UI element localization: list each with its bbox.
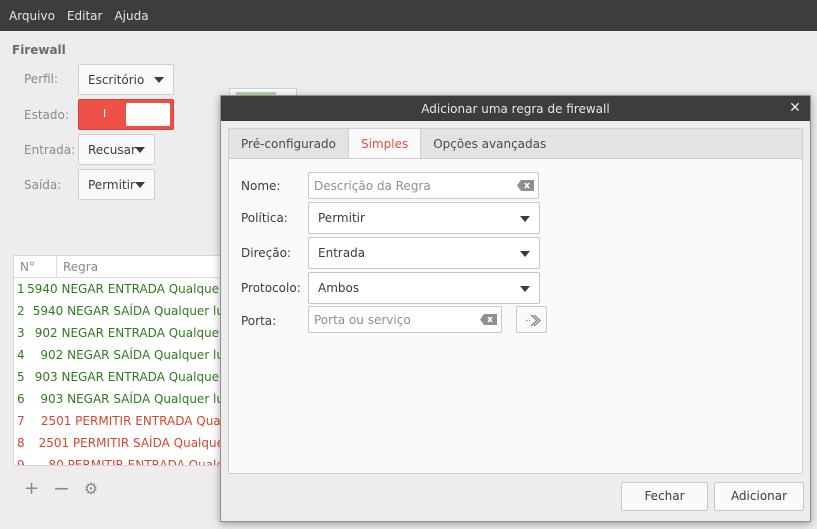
outgoing-select[interactable]: Permitir xyxy=(78,169,155,200)
rule-text: 903 NEGAR SAÍDA Qualquer lu xyxy=(40,392,224,406)
status-label: Estado: xyxy=(24,108,69,122)
arrow-right-icon xyxy=(526,314,542,327)
outgoing-value: Permitir xyxy=(88,177,135,192)
incoming-value: Recusar xyxy=(88,142,136,157)
clear-icon[interactable] xyxy=(517,180,534,191)
minus-icon[interactable]: − xyxy=(53,476,70,500)
add-button[interactable]: Adicionar xyxy=(714,482,804,511)
port-field[interactable]: Porta ou serviço xyxy=(308,306,502,333)
tab-advanced[interactable]: Opções avançadas xyxy=(421,129,558,159)
rule-number: 3 xyxy=(17,326,25,340)
menu-ajuda[interactable]: Ajuda xyxy=(108,0,154,31)
rule-number: 8 xyxy=(17,436,25,450)
table-row[interactable]: 3 902 NEGAR ENTRADA Qualquer xyxy=(14,322,224,344)
rules-table-body: 1 5940 NEGAR ENTRADA Qualquer 2 5940 NEGAR … xyxy=(14,278,224,466)
rule-text: 903 NEGAR ENTRADA Qualquer xyxy=(34,370,224,384)
table-row[interactable]: 5 903 NEGAR ENTRADA Qualquer xyxy=(14,366,224,388)
chevron-down-icon xyxy=(135,182,145,188)
firewall-section-title: Firewall xyxy=(12,43,66,57)
rule-text: 80 PERMITIR ENTRADA Qualq xyxy=(48,458,224,466)
name-placeholder: Descrição da Regra xyxy=(314,178,431,193)
rule-number: 9 xyxy=(17,458,25,466)
name-label: Nome: xyxy=(241,179,281,193)
chevron-down-icon xyxy=(154,77,164,83)
status-toggle[interactable]: I xyxy=(78,99,174,130)
add-rule-dialog: Adicionar uma regra de firewall ✕ Pré-co… xyxy=(220,95,811,522)
rule-text: 902 NEGAR SAÍDA Qualquer lu xyxy=(40,348,224,362)
col-rule-header[interactable]: Regra xyxy=(57,260,98,274)
port-label: Porta: xyxy=(241,314,277,328)
protocol-value: Ambos xyxy=(318,281,360,295)
incoming-label: Entrada: xyxy=(24,143,76,157)
table-row[interactable]: 8 2501 PERMITIR SAÍDA Qualque xyxy=(14,432,224,454)
table-row[interactable]: 6 903 NEGAR SAÍDA Qualquer lu xyxy=(14,388,224,410)
menu-editar[interactable]: Editar xyxy=(61,0,109,31)
col-number-header[interactable]: N° xyxy=(14,256,57,278)
direction-select[interactable]: Entrada xyxy=(308,237,540,269)
rule-number: 2 xyxy=(17,304,25,318)
chevron-down-icon xyxy=(520,251,530,257)
simple-tab-panel: Nome: Descrição da Regra Política: Permi… xyxy=(228,158,803,474)
clear-icon[interactable] xyxy=(480,314,497,325)
chevron-down-icon xyxy=(520,286,530,292)
toggle-knob xyxy=(126,103,170,126)
table-row[interactable]: 1 5940 NEGAR ENTRADA Qualquer xyxy=(14,278,224,300)
rule-text: 5940 NEGAR SAÍDA Qualquer lu xyxy=(32,304,224,318)
table-row[interactable]: 9 80 PERMITIR ENTRADA Qualq xyxy=(14,454,224,466)
table-row[interactable]: 7 2501 PERMITIR ENTRADA Qual xyxy=(14,410,224,432)
rules-table[interactable]: N° Regra 1 5940 NEGAR ENTRADA Qualquer 2 59… xyxy=(13,255,225,466)
protocol-select[interactable]: Ambos xyxy=(308,272,540,304)
protocol-label: Protocolo: xyxy=(241,281,301,295)
menu-arquivo[interactable]: Arquivo xyxy=(3,0,61,31)
rule-text: 902 NEGAR ENTRADA Qualquer xyxy=(34,326,224,340)
port-placeholder: Porta ou serviço xyxy=(314,312,411,327)
policy-value: Permitir xyxy=(318,211,365,225)
rule-number: 1 xyxy=(17,282,25,296)
dialog-tabs: Pré-configurado Simples Opções avançadas xyxy=(228,128,803,160)
rule-text: 2501 PERMITIR SAÍDA Qualque xyxy=(38,436,224,450)
incoming-select[interactable]: Recusar xyxy=(78,134,155,165)
rule-text: 5940 NEGAR ENTRADA Qualquer xyxy=(27,282,224,296)
rules-table-header: N° Regra xyxy=(14,256,224,278)
chevron-down-icon xyxy=(520,216,530,222)
dialog-title: Adicionar uma regra de firewall xyxy=(221,96,810,121)
port-go-button[interactable] xyxy=(516,306,547,333)
rule-number: 7 xyxy=(17,414,25,428)
direction-label: Direção: xyxy=(241,246,291,260)
tab-preconfigured[interactable]: Pré-configurado xyxy=(229,129,349,159)
rule-number: 5 xyxy=(17,370,25,384)
gear-icon[interactable]: ⚙ xyxy=(84,479,98,498)
rule-number: 6 xyxy=(17,392,25,406)
policy-select[interactable]: Permitir xyxy=(308,202,540,234)
name-field[interactable]: Descrição da Regra xyxy=(308,172,539,199)
profile-label: Perfil: xyxy=(24,72,59,86)
rule-number: 4 xyxy=(17,348,25,362)
close-icon[interactable]: ✕ xyxy=(784,97,806,119)
profile-select[interactable]: Escritório xyxy=(78,64,174,95)
plus-icon[interactable]: + xyxy=(24,478,39,499)
profile-value: Escritório xyxy=(88,72,145,87)
table-row[interactable]: 2 5940 NEGAR SAÍDA Qualquer lu xyxy=(14,300,224,322)
menubar: Arquivo Editar Ajuda xyxy=(0,0,817,31)
rule-text: 2501 PERMITIR ENTRADA Qual xyxy=(40,414,224,428)
tab-simple[interactable]: Simples xyxy=(348,129,422,160)
table-row[interactable]: 4 902 NEGAR SAÍDA Qualquer lu xyxy=(14,344,224,366)
chevron-down-icon xyxy=(135,147,145,153)
toggle-on-mark: I xyxy=(103,107,107,120)
outgoing-label: Saída: xyxy=(24,178,62,192)
rules-toolbar: + − ⚙ xyxy=(24,476,98,500)
direction-value: Entrada xyxy=(318,246,366,260)
close-button[interactable]: Fechar xyxy=(621,482,708,511)
policy-label: Política: xyxy=(241,211,288,225)
